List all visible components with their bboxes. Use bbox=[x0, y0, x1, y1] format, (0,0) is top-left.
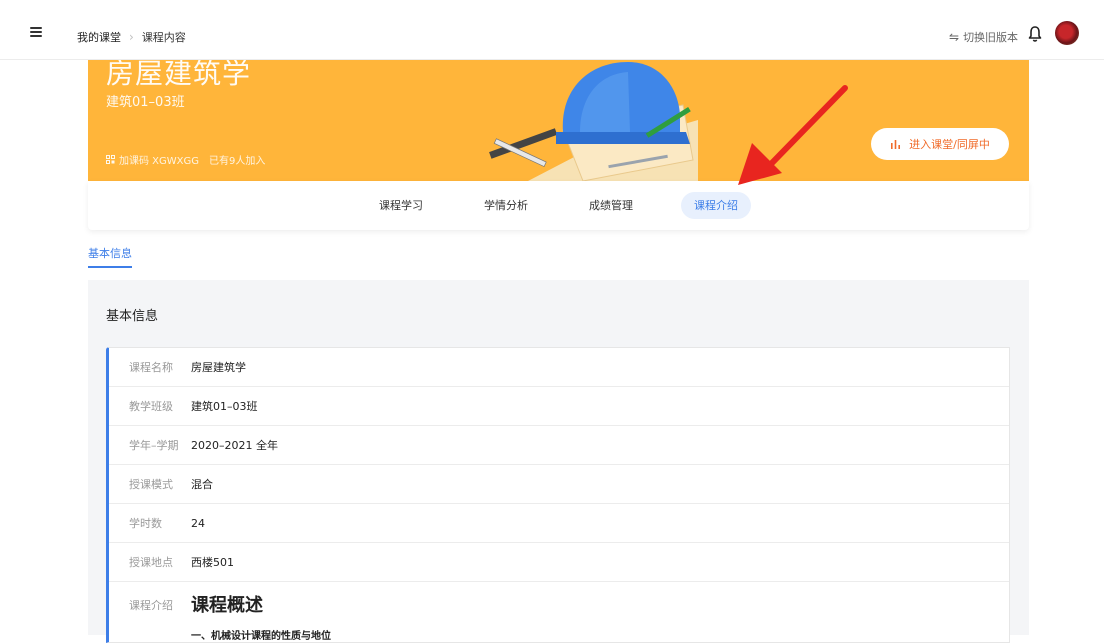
course-tabs: 课程学习 学情分析 成绩管理 课程介绍 bbox=[88, 181, 1029, 230]
switch-icon: ⇋ bbox=[949, 30, 960, 44]
info-value: 混合 bbox=[191, 478, 213, 491]
qr-code-icon bbox=[106, 155, 115, 164]
switch-old-version-button[interactable]: ⇋ 切换旧版本 bbox=[949, 29, 1018, 45]
switch-old-version-label: 切换旧版本 bbox=[963, 31, 1019, 44]
join-code: 加课码 XGWXGG bbox=[119, 156, 200, 167]
info-value: 24 bbox=[191, 516, 205, 530]
banner-course-title: 房屋建筑学 bbox=[106, 60, 252, 90]
info-label: 授课模式 bbox=[129, 478, 173, 491]
tab-grade-management[interactable]: 成绩管理 bbox=[576, 192, 646, 219]
info-row-course-name: 课程名称 房屋建筑学 bbox=[109, 348, 1009, 387]
breadcrumb-my-classroom[interactable]: 我的课堂 bbox=[77, 29, 121, 45]
enter-classroom-label: 进入课堂/同屏中 bbox=[909, 138, 990, 151]
joined-count: 已有9人加入 bbox=[209, 156, 266, 167]
breadcrumb-course-content: 课程内容 bbox=[141, 31, 186, 44]
course-intro-heading: 课程概述 bbox=[191, 595, 263, 616]
hamburger-menu-icon[interactable] bbox=[30, 27, 42, 37]
top-bar: 我的课堂 › 课程内容 ⇋ 切换旧版本 bbox=[0, 0, 1104, 60]
banner-join-info: 加课码 XGWXGG 已有9人加入 bbox=[106, 152, 265, 167]
tab-course-intro[interactable]: 课程介绍 bbox=[681, 192, 751, 219]
info-row-hours: 学时数 24 bbox=[109, 504, 1009, 543]
info-row-course-intro: 课程介绍 课程概述 一、机械设计课程的性质与地位 bbox=[109, 582, 1009, 642]
subtab-active-indicator bbox=[88, 266, 132, 268]
breadcrumb-separator-icon: › bbox=[129, 30, 134, 44]
info-row-teaching-mode: 授课模式 混合 bbox=[109, 465, 1009, 504]
info-label: 教学班级 bbox=[129, 400, 173, 413]
course-intro-body: 课程概述 一、机械设计课程的性质与地位 bbox=[191, 582, 331, 642]
info-value: 西楼501 bbox=[191, 556, 234, 569]
info-table: 课程名称 房屋建筑学 教学班级 建筑01–03班 学年–学期 2020–2021… bbox=[106, 347, 1010, 643]
bell-icon[interactable] bbox=[1028, 25, 1042, 43]
basic-info-panel: 基本信息 课程名称 房屋建筑学 教学班级 建筑01–03班 学年–学期 2020… bbox=[88, 280, 1029, 643]
info-label: 学年–学期 bbox=[129, 439, 179, 452]
hard-hat-illustration-icon bbox=[489, 62, 698, 181]
tab-learning-analysis[interactable]: 学情分析 bbox=[471, 192, 541, 219]
section-title: 基本信息 bbox=[106, 309, 159, 324]
info-value: 房屋建筑学 bbox=[191, 361, 246, 374]
info-value: 建筑01–03班 bbox=[191, 400, 258, 413]
user-avatar[interactable] bbox=[1055, 21, 1079, 45]
bar-chart-icon bbox=[891, 140, 901, 149]
enter-classroom-button[interactable]: 进入课堂/同屏中 bbox=[871, 128, 1009, 160]
info-row-term: 学年–学期 2020–2021 全年 bbox=[109, 426, 1009, 465]
info-row-class: 教学班级 建筑01–03班 bbox=[109, 387, 1009, 426]
info-label: 学时数 bbox=[129, 517, 162, 530]
banner-class-name: 建筑01–03班 bbox=[106, 95, 185, 110]
info-row-location: 授课地点 西楼501 bbox=[109, 543, 1009, 582]
info-label: 课程介绍 bbox=[129, 599, 173, 612]
course-banner: 房屋建筑学 建筑01–03班 加课码 XGWXGG 已有9人加入 进入课堂/同屏… bbox=[88, 60, 1029, 181]
tab-course-study[interactable]: 课程学习 bbox=[366, 192, 436, 219]
info-label: 授课地点 bbox=[129, 556, 173, 569]
breadcrumb: 我的课堂 › 课程内容 bbox=[77, 29, 186, 45]
info-value: 2020–2021 全年 bbox=[191, 439, 278, 452]
info-label: 课程名称 bbox=[129, 361, 173, 374]
subtab-basic-info[interactable]: 基本信息 bbox=[88, 245, 132, 261]
